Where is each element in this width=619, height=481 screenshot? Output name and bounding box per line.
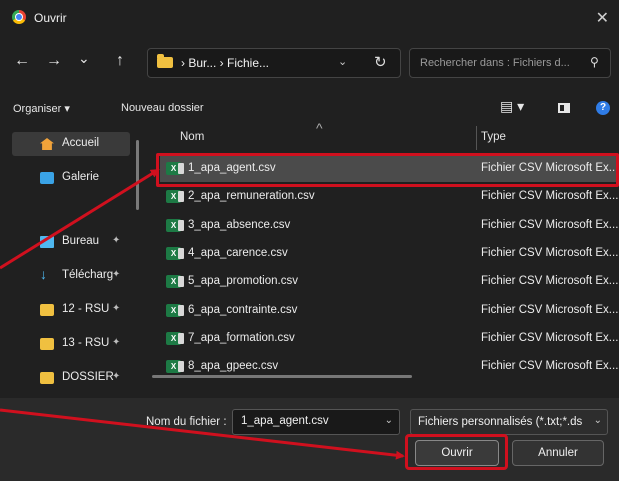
sidebar-item-bureau[interactable]: Bureau ✦ — [0, 230, 140, 254]
sidebar-item-label: DOSSIER — [62, 371, 114, 383]
horizontal-scrollbar[interactable] — [152, 375, 412, 378]
address-dropdown-chevron-icon[interactable]: ⌄ — [338, 55, 347, 68]
folder-icon — [40, 304, 54, 316]
file-name: 3_apa_absence.csv — [188, 219, 291, 231]
sidebar-item-accueil[interactable]: Accueil — [12, 132, 130, 156]
sort-ascending-icon: ^ — [316, 120, 323, 136]
forward-arrow-icon[interactable]: → — [46, 52, 62, 70]
cancel-button[interactable]: Annuler — [512, 440, 604, 466]
back-arrow-icon[interactable]: ← — [14, 52, 30, 70]
column-header-type[interactable]: Type — [481, 131, 506, 143]
file-type: Fichier CSV Microsoft Ex... — [481, 190, 619, 202]
column-header: Nom ^ Type — [146, 120, 619, 152]
address-path[interactable]: › Bur... › Fichie... — [181, 56, 269, 70]
close-icon[interactable]: ✕ — [596, 8, 609, 28]
filename-dropdown-chevron-icon[interactable]: ⌄ — [385, 415, 393, 426]
filename-input[interactable] — [239, 414, 383, 428]
excel-csv-icon: X — [166, 360, 184, 373]
folder-icon — [40, 372, 54, 384]
file-type-filter[interactable]: Fichiers personnalisés (*.txt;*.ds ⌄ — [410, 409, 608, 435]
excel-csv-icon: X — [166, 190, 184, 203]
excel-csv-icon: X — [166, 275, 184, 288]
file-row[interactable]: X 2_apa_remuneration.csv Fichier CSV Mic… — [160, 184, 619, 210]
sidebar-item-label: Télécharg — [62, 269, 114, 281]
file-name: 8_apa_gpeec.csv — [188, 360, 279, 372]
file-row[interactable]: X 4_apa_carence.csv Fichier CSV Microsof… — [160, 241, 619, 267]
open-file-dialog: Ouvrir ✕ ← → ⌄ ↑ › Bur... › Fichie... ⌄ … — [0, 0, 619, 481]
sidebar-scrollbar[interactable] — [136, 140, 139, 210]
address-bar[interactable]: › Bur... › Fichie... ⌄ ↻ — [147, 48, 401, 78]
up-arrow-icon[interactable]: ↑ — [116, 52, 124, 70]
recent-locations-chevron-icon[interactable]: ⌄ — [78, 50, 90, 67]
navigation-pane: Accueil Galerie Bureau ✦ ↓ Télécharg ✦ 1… — [0, 126, 146, 396]
column-header-name[interactable]: Nom — [180, 131, 204, 143]
file-name: 7_apa_formation.csv — [188, 332, 295, 344]
sidebar-item-telechargements[interactable]: ↓ Télécharg ✦ — [0, 264, 140, 288]
gallery-icon — [40, 172, 54, 184]
column-divider[interactable] — [476, 126, 477, 150]
file-name: 5_apa_promotion.csv — [188, 275, 298, 287]
excel-csv-icon: X — [166, 247, 184, 260]
search-icon[interactable]: ⚲ — [590, 55, 599, 69]
file-name: 6_apa_contrainte.csv — [188, 304, 298, 316]
file-name: 2_apa_remuneration.csv — [188, 190, 315, 202]
help-icon[interactable]: ? — [596, 101, 610, 115]
file-row[interactable]: X 6_apa_contrainte.csv Fichier CSV Micro… — [160, 298, 619, 324]
folder-icon — [40, 338, 54, 350]
file-row[interactable]: X 5_apa_promotion.csv Fichier CSV Micros… — [160, 269, 619, 295]
folder-icon — [157, 54, 173, 68]
file-type: Fichier CSV Microsoft Ex... — [481, 247, 619, 259]
pin-icon: ✦ — [112, 337, 121, 348]
sidebar-item-13-rsu[interactable]: 13 - RSU ✦ — [0, 332, 140, 356]
file-type: Fichier CSV Microsoft Ex... — [481, 332, 619, 344]
pin-icon: ✦ — [112, 269, 121, 280]
sidebar-item-label: 12 - RSU — [62, 303, 110, 315]
command-bar: Organiser ▾ Nouveau dossier ▤ ▾ ? — [0, 92, 619, 126]
new-folder-button[interactable]: Nouveau dossier — [121, 102, 204, 114]
title-bar: Ouvrir ✕ — [0, 0, 619, 36]
file-type: Fichier CSV Microsoft Ex... — [481, 360, 619, 372]
sidebar-item-12-rsu[interactable]: 12 - RSU ✦ — [0, 298, 140, 322]
sidebar-item-galerie[interactable]: Galerie — [12, 166, 152, 190]
filename-combobox[interactable]: ⌄ — [232, 409, 400, 435]
selected-file-highlight — [156, 153, 619, 187]
search-box[interactable]: Rechercher dans : Fichiers d... ⚲ — [409, 48, 611, 78]
chrome-icon — [12, 10, 26, 24]
file-row[interactable]: X 3_apa_absence.csv Fichier CSV Microsof… — [160, 213, 619, 239]
pin-icon: ✦ — [112, 371, 121, 382]
open-button-highlight — [405, 434, 508, 470]
file-type: Fichier CSV Microsoft Ex... — [481, 304, 619, 316]
sidebar-item-label: Accueil — [62, 137, 100, 149]
sidebar-item-label: Galerie — [62, 171, 100, 183]
dialog-footer: Nom du fichier : ⌄ Fichiers personnalisé… — [0, 398, 619, 481]
view-options-icon[interactable]: ▤ ▾ — [500, 98, 524, 115]
sidebar-item-label: Bureau — [62, 235, 100, 247]
filename-label: Nom du fichier : — [146, 416, 227, 428]
file-type: Fichier CSV Microsoft Ex... — [481, 219, 619, 231]
navigation-bar: ← → ⌄ ↑ › Bur... › Fichie... ⌄ ↻ Recherc… — [0, 44, 619, 84]
window-title: Ouvrir — [34, 11, 67, 25]
file-type: Fichier CSV Microsoft Ex... — [481, 275, 619, 287]
excel-csv-icon: X — [166, 219, 184, 232]
excel-csv-icon: X — [166, 304, 184, 317]
desktop-icon — [40, 236, 54, 248]
search-placeholder[interactable]: Rechercher dans : Fichiers d... — [420, 57, 570, 69]
file-name: 4_apa_carence.csv — [188, 247, 288, 259]
excel-csv-icon: X — [166, 332, 184, 345]
sidebar-item-dossier[interactable]: DOSSIER ✦ — [0, 366, 140, 390]
file-row[interactable]: X 7_apa_formation.csv Fichier CSV Micros… — [160, 326, 619, 352]
preview-pane-icon[interactable] — [558, 103, 570, 113]
pin-icon: ✦ — [112, 303, 121, 314]
filter-dropdown-chevron-icon[interactable]: ⌄ — [594, 415, 602, 426]
home-icon — [40, 138, 54, 150]
download-icon: ↓ — [40, 266, 47, 282]
sidebar-item-label: 13 - RSU — [62, 337, 110, 349]
pin-icon: ✦ — [112, 235, 121, 246]
refresh-icon[interactable]: ↻ — [374, 53, 387, 71]
file-type-filter-value: Fichiers personnalisés (*.txt;*.ds — [418, 416, 583, 428]
organize-menu[interactable]: Organiser ▾ — [13, 102, 70, 115]
